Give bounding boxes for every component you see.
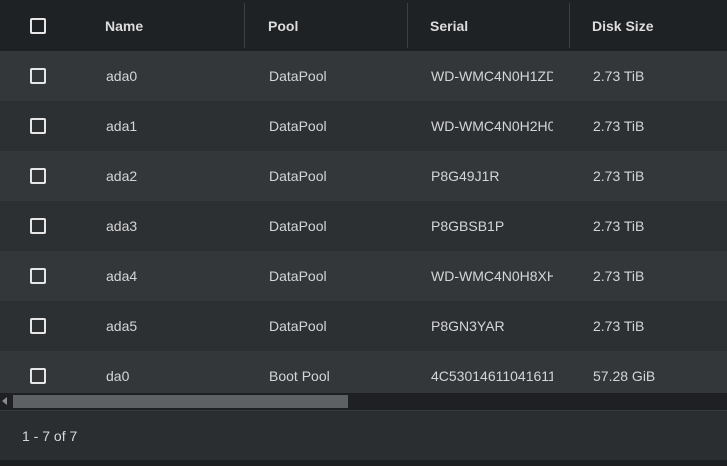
row-checkbox[interactable] xyxy=(30,268,46,284)
row-select-cell xyxy=(0,51,82,101)
disk-serial-cell: P8GBSB1P xyxy=(407,201,569,251)
column-header-pool[interactable]: Pool xyxy=(244,0,407,51)
disk-name: ada5 xyxy=(106,318,138,334)
table-row[interactable]: ada3 DataPool P8GBSB1P 2.73 TiB xyxy=(0,201,727,251)
select-all-checkbox[interactable] xyxy=(30,17,46,34)
row-checkbox[interactable] xyxy=(30,68,46,84)
disk-name: ada2 xyxy=(106,168,138,184)
row-select-cell xyxy=(0,101,82,151)
disk-size: 2.73 TiB xyxy=(593,218,645,234)
disk-serial-cell: WD-WMC4N0H2H0' xyxy=(407,101,569,151)
disk-serial-cell: P8G49J1R xyxy=(407,151,569,201)
disk-serial: 4C530146110416111 xyxy=(431,368,553,384)
row-checkbox[interactable] xyxy=(30,168,46,184)
row-checkbox[interactable] xyxy=(30,118,46,134)
table-row[interactable]: ada4 DataPool WD-WMC4N0H8XH 2.73 TiB xyxy=(0,251,727,301)
disks-table: Name Pool Serial Disk Size ada0 DataPool… xyxy=(0,0,727,410)
disk-pool: DataPool xyxy=(269,318,327,334)
disk-serial: WD-WMC4N0H8XH xyxy=(431,268,553,284)
disk-pool: DataPool xyxy=(269,68,327,84)
row-checkbox[interactable] xyxy=(30,218,46,234)
disk-serial: P8GN3YAR xyxy=(431,318,505,334)
pagination-range: 1 - 7 of 7 xyxy=(22,427,78,444)
disk-size: 2.73 TiB xyxy=(593,68,645,84)
disk-serial: WD-WMC4N0H1ZDI xyxy=(431,68,553,84)
disk-size: 2.73 TiB xyxy=(593,118,645,134)
disk-size: 2.73 TiB xyxy=(593,318,645,334)
column-header-serial[interactable]: Serial xyxy=(407,0,569,51)
disk-pool: DataPool xyxy=(269,268,327,284)
disk-serial: WD-WMC4N0H2H0' xyxy=(431,118,553,134)
row-checkbox[interactable] xyxy=(30,318,46,334)
disk-size: 2.73 TiB xyxy=(593,168,645,184)
bottom-divider xyxy=(0,460,727,466)
table-row[interactable]: ada2 DataPool P8G49J1R 2.73 TiB xyxy=(0,151,727,201)
table-footer: 1 - 7 of 7 xyxy=(0,410,727,460)
disk-name: ada4 xyxy=(106,268,138,284)
disk-name: ada1 xyxy=(106,118,138,134)
row-select-cell xyxy=(0,251,82,301)
disk-pool: DataPool xyxy=(269,118,327,134)
row-select-cell xyxy=(0,151,82,201)
select-all-cell xyxy=(0,0,82,51)
row-select-cell xyxy=(0,201,82,251)
disk-name: ada0 xyxy=(106,68,138,84)
horizontal-scrollbar[interactable] xyxy=(0,393,727,410)
table-header-row: Name Pool Serial Disk Size xyxy=(0,0,727,51)
disk-pool: DataPool xyxy=(269,218,327,234)
disk-name: ada3 xyxy=(106,218,138,234)
disk-serial-cell: WD-WMC4N0H1ZDI xyxy=(407,51,569,101)
disk-serial-cell: WD-WMC4N0H8XH xyxy=(407,251,569,301)
column-header-disk-size[interactable]: Disk Size xyxy=(569,0,727,51)
scrollbar-thumb[interactable] xyxy=(13,395,348,408)
disk-serial: P8GBSB1P xyxy=(431,218,505,234)
row-select-cell xyxy=(0,301,82,351)
table-row[interactable]: ada1 DataPool WD-WMC4N0H2H0' 2.73 TiB xyxy=(0,101,727,151)
disk-pool: DataPool xyxy=(269,168,327,184)
table-row[interactable]: ada0 DataPool WD-WMC4N0H1ZDI 2.73 TiB xyxy=(0,51,727,101)
disk-size: 2.73 TiB xyxy=(593,268,645,284)
row-checkbox[interactable] xyxy=(30,368,46,384)
column-header-name[interactable]: Name xyxy=(82,0,244,51)
chevron-left-icon[interactable] xyxy=(2,397,7,405)
table-row[interactable]: ada5 DataPool P8GN3YAR 2.73 TiB xyxy=(0,301,727,351)
disk-serial: P8G49J1R xyxy=(431,168,500,184)
disk-serial-cell: P8GN3YAR xyxy=(407,301,569,351)
